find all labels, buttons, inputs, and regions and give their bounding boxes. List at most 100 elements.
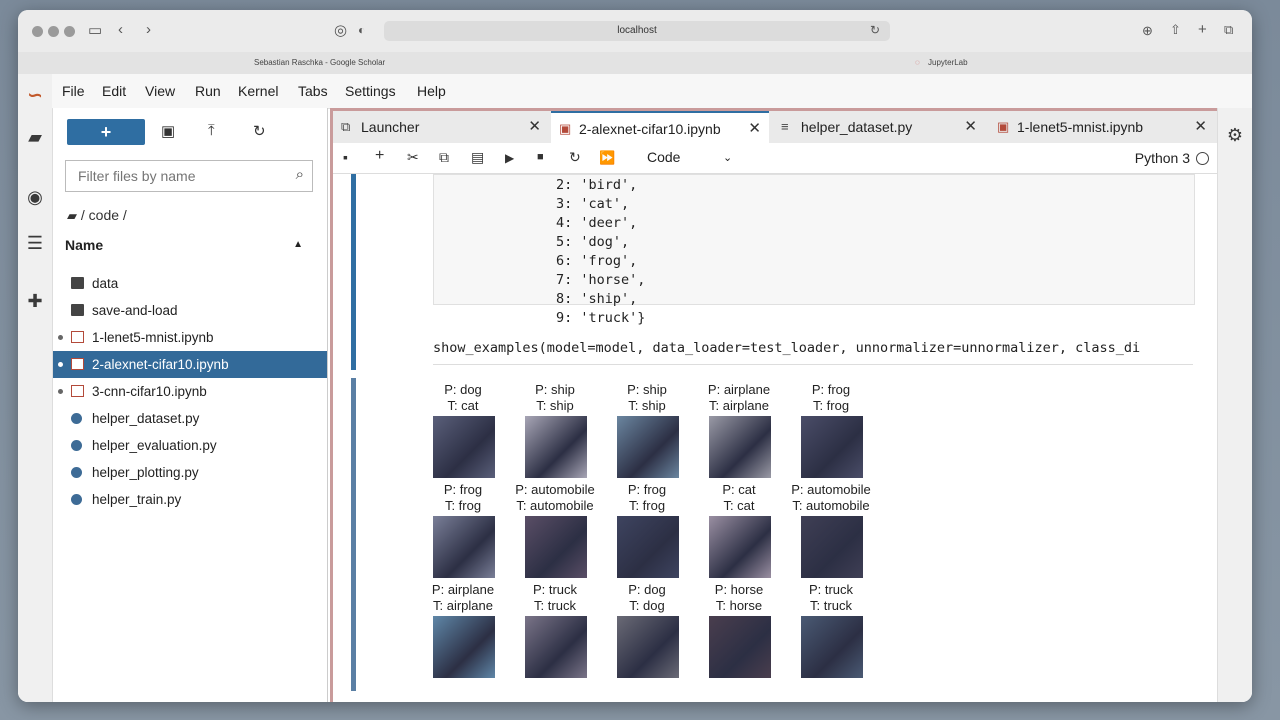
property-inspector-icon[interactable]: ⚙ [1224,124,1246,146]
save-icon[interactable]: ▪ [343,149,348,165]
share-icon[interactable]: ⇧ [1170,22,1181,38]
jupyterlab-app: ∽ ▰ ◉ ☰ ✚ File Edit View Run Kernel Tabs… [18,74,1252,702]
close-tab-icon[interactable]: ✕ [1194,111,1207,143]
download-icon[interactable]: ⊕ [1142,23,1153,39]
example-item: P: truck T: truck [781,582,881,682]
filter-files-input[interactable] [76,161,280,191]
cut-icon[interactable]: ✂ [407,149,419,166]
table-of-contents-icon[interactable]: ☰ [24,232,46,254]
file-row[interactable]: data [53,270,327,297]
restart-icon[interactable]: ↻ [569,149,581,166]
menu-tabs[interactable]: Tabs [298,83,328,99]
menu-file[interactable]: File [62,83,85,99]
address-bar[interactable]: localhost [384,21,890,41]
tab-launcher[interactable]: ⧉ Launcher ✕ [333,111,549,143]
close-tab-icon[interactable]: ✕ [528,111,541,143]
tab-alexnet-notebook[interactable]: ▣ 2-alexnet-cifar10.ipynb ✕ [551,111,769,143]
menu-kernel[interactable]: Kernel [238,83,278,99]
file-row[interactable]: helper_train.py [53,486,327,513]
output-line: 6: 'frog', [556,253,638,269]
file-name: 2-alexnet-cifar10.ipynb [92,357,229,372]
tab-helper-dataset[interactable]: ≡ helper_dataset.py ✕ [773,111,985,143]
forward-icon[interactable]: › [146,21,151,38]
new-folder-icon[interactable]: ▣ [161,122,175,140]
python-file-icon [71,440,82,451]
folder-icon: ▰ [67,208,77,223]
menu-help[interactable]: Help [417,83,446,99]
paste-icon[interactable]: ▤ [471,149,484,166]
file-row[interactable]: 2-alexnet-cifar10.ipynb [53,351,327,378]
stop-icon[interactable]: ■ [537,151,544,163]
browser-tab-scholar[interactable]: Sebastian Raschka - Google Scholar [254,58,385,67]
folder-icon[interactable]: ▰ [24,126,46,148]
back-icon[interactable]: ‹ [118,21,123,38]
upload-icon[interactable]: ⤒ [208,122,215,139]
notebook-icon: ▣ [559,121,572,136]
file-row[interactable]: helper_dataset.py [53,405,327,432]
kernel-status-icon [1196,152,1209,165]
file-name: helper_dataset.py [92,411,200,426]
predicted-label: P: ship [535,382,575,397]
active-cell-marker [351,174,356,370]
predicted-label: P: dog [444,382,482,397]
insert-cell-icon[interactable]: + [375,147,384,165]
browser-tab-jupyterlab[interactable]: JupyterLab [928,58,968,67]
predicted-label: P: frog [811,382,851,397]
minimize-window-button[interactable] [48,26,59,37]
reload-icon[interactable]: ↻ [870,23,880,37]
sort-ascending-icon: ▲ [293,239,303,250]
code-input-line[interactable]: show_examples(model=model, data_loader=t… [433,340,1140,356]
privacy-icon[interactable]: ◎ [334,21,347,39]
file-name: helper_plotting.py [92,465,199,480]
refresh-icon[interactable]: ↻ [253,122,266,140]
file-row[interactable]: 3-cnn-cifar10.ipynb [53,378,327,405]
menu-view[interactable]: View [145,83,175,99]
tab-label: 1-lenet5-mnist.ipynb [1017,119,1144,135]
tab-overview-icon[interactable]: ⧉ [1224,22,1233,38]
running-sessions-icon[interactable]: ◉ [24,186,46,208]
copy-icon[interactable]: ⧉ [439,149,449,166]
cell-type-select[interactable]: Code ⌄ [647,149,732,165]
tab-lenet-notebook[interactable]: ▣ 1-lenet5-mnist.ipynb ✕ [989,111,1215,143]
extension-icon[interactable]: ✚ [24,290,46,312]
menu-run[interactable]: Run [195,83,221,99]
notebook-icon [71,385,84,397]
menu-edit[interactable]: Edit [102,83,126,99]
example-image [433,416,495,478]
close-window-button[interactable] [32,26,43,37]
chevron-down-icon: ⌄ [723,152,733,164]
breadcrumb-path[interactable]: / code / [81,207,127,223]
example-item: P: automobile T: automobile [781,482,881,582]
file-name: 1-lenet5-mnist.ipynb [92,330,214,345]
run-icon[interactable]: ▶ [505,151,514,165]
output-line: 5: 'dog', [556,234,630,250]
cell-divider [433,364,1193,365]
example-image [617,616,679,678]
shield-icon[interactable]: ◐ [358,23,365,37]
file-row[interactable]: helper_evaluation.py [53,432,327,459]
name-column-label: Name [65,237,104,253]
close-tab-icon[interactable]: ✕ [964,111,977,143]
file-row[interactable]: 1-lenet5-mnist.ipynb [53,324,327,351]
predicted-label: P: ship [627,382,667,397]
zoom-window-button[interactable] [64,26,75,37]
true-label: T: frog [628,498,666,513]
menu-settings[interactable]: Settings [345,83,396,99]
new-launcher-button[interactable]: + [67,119,145,145]
file-name: helper_train.py [92,492,182,507]
fast-forward-icon[interactable]: ⏩ [599,150,615,166]
menu-bar: File Edit View Run Kernel Tabs Settings … [52,74,1252,109]
browser-tab-strip: Sebastian Raschka - Google Scholar ◌ Jup… [18,52,1252,75]
example-image [525,516,587,578]
kernel-indicator[interactable]: Python 3 [1135,150,1209,166]
true-label: T: airplane [433,598,493,613]
file-row[interactable]: helper_plotting.py [53,459,327,486]
breadcrumb[interactable]: ▰ / code / [67,207,127,224]
close-tab-icon[interactable]: ✕ [748,113,761,145]
new-tab-icon[interactable]: + [1198,21,1207,38]
filter-files-field[interactable]: ⌕ [65,160,313,192]
file-row[interactable]: save-and-load [53,297,327,324]
sidebar-toggle-icon[interactable]: ▭ [88,21,102,39]
running-indicator-icon [58,389,63,394]
name-column-header[interactable]: Name ▲ [65,232,311,258]
